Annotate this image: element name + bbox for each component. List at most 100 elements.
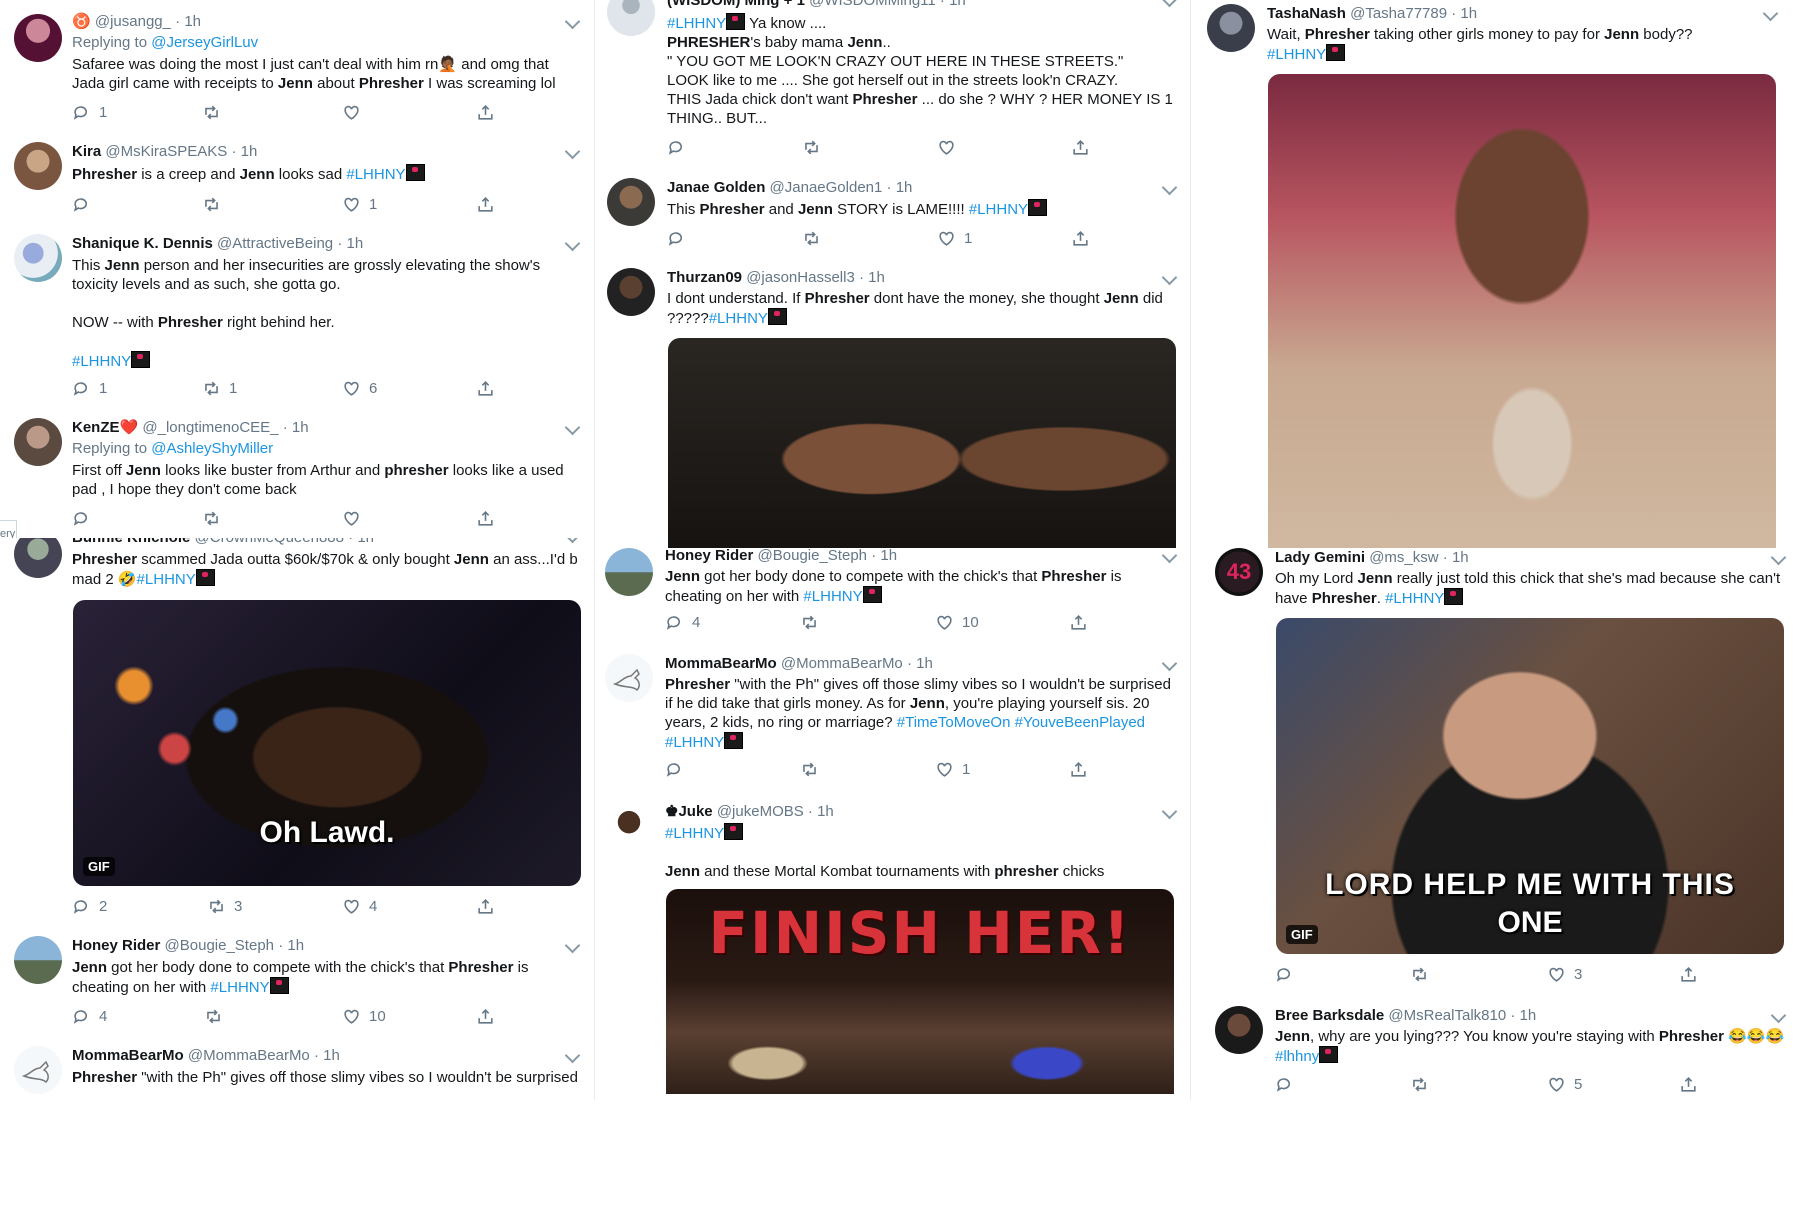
user-handle[interactable]: @WISDOMMing11 [809,0,936,9]
share-button[interactable] [476,378,495,398]
hashtag[interactable]: #LHHNY [803,588,862,605]
gif-media[interactable]: LORD HELP ME WITH THIS ONE GIF [1276,618,1784,954]
image-media[interactable] [1268,74,1776,548]
reply-mention[interactable]: @AshleyShyMiller [151,440,273,457]
timestamp[interactable]: 1h [292,419,309,436]
timestamp[interactable]: 1h [323,1047,340,1064]
tweet[interactable]: Honey Rider @Bougie_Steph · 1h Jenn got … [595,548,1191,645]
timestamp[interactable]: 1h [880,548,897,564]
share-button[interactable] [1071,137,1090,157]
user-name[interactable]: Janae Golden [667,179,765,196]
like-button[interactable]: 1 [342,194,377,214]
avatar[interactable] [607,178,655,226]
user-name[interactable]: Shanique K. Dennis [72,235,213,252]
user-name[interactable]: Kira [72,143,101,160]
hashtag[interactable]: #LHHNY [1385,590,1444,607]
tweet[interactable]: Kira @MsKiraSPEAKS · 1h Phresher is a cr… [0,130,594,223]
tweet[interactable]: Shanique K. Dennis @AttractiveBeing · 1h… [0,222,594,407]
chevron-down-icon[interactable] [564,419,581,436]
chevron-down-icon[interactable] [1161,269,1178,286]
user-handle[interactable]: @ms_ksw [1369,549,1438,566]
user-name[interactable]: TashaNash [1267,5,1346,22]
user-name[interactable]: KenZE [72,419,120,436]
user-name[interactable]: (WISDOM) Ming + 1 [667,0,805,9]
timestamp[interactable]: 1h [347,235,364,252]
chevron-down-icon[interactable] [564,13,581,30]
share-button[interactable] [1679,1074,1698,1094]
hashtag[interactable]: #LHHNY [72,353,131,370]
share-button[interactable] [1069,612,1088,632]
timestamp[interactable]: 1h [868,269,885,286]
timestamp[interactable]: 1h [949,0,966,9]
user-handle[interactable]: @AttractiveBeing [217,235,333,252]
gif-media[interactable]: FINISH HER! [666,889,1174,1094]
retweet-button[interactable] [202,102,221,122]
chevron-down-icon[interactable] [1762,5,1779,22]
timestamp[interactable]: 1h [287,937,304,954]
retweet-button[interactable] [204,1006,223,1026]
hashtag[interactable]: #LHHNY [210,979,269,996]
chevron-down-icon[interactable] [564,538,581,544]
timestamp[interactable]: 1h [817,803,834,820]
avatar[interactable] [14,142,62,190]
reply-button[interactable]: 2 [72,896,107,916]
hashtag[interactable]: #YouveBeenPlayed [1015,714,1145,731]
user-name[interactable]: MommaBearMo [72,1047,184,1064]
user-name[interactable]: Bree Barksdale [1275,1007,1384,1024]
tweet[interactable]: 43 Lady Gemini @ms_ksw · 1h Oh my Lord J… [1191,548,1794,995]
reply-button[interactable] [72,508,91,528]
user-handle[interactable]: @MsRealTalk810 [1388,1007,1506,1024]
user-handle[interactable]: @Bougie_Steph [758,548,867,564]
avatar[interactable] [1215,1006,1263,1054]
user-handle[interactable]: @Tasha77789 [1350,5,1447,22]
reply-mention[interactable]: @JerseyGirlLuv [151,34,258,51]
avatar[interactable] [605,654,653,702]
hashtag[interactable]: #LHHNY [969,201,1028,218]
avatar[interactable] [14,418,62,466]
tweet[interactable]: KenZE❤️ @_longtimenoCEE_ · 1h Replying t… [0,406,594,539]
retweet-button[interactable] [202,194,221,214]
like-button[interactable]: 5 [1547,1074,1582,1094]
user-name[interactable]: Thurzan09 [667,269,742,286]
hashtag[interactable]: #LHHNY [665,825,724,842]
reply-button[interactable]: 1 [72,102,107,122]
tweet[interactable]: (WISDOM) Ming + 1 @WISDOMMing11 · 1h #LH… [595,0,1191,167]
chevron-down-icon[interactable] [564,937,581,954]
avatar[interactable] [14,14,62,62]
user-name[interactable]: MommaBearMo [665,655,777,672]
reply-button[interactable]: 4 [665,612,700,632]
user-handle[interactable]: @jukeMOBS [717,803,804,820]
reply-button[interactable] [665,759,684,779]
share-button[interactable] [1679,964,1698,984]
hashtag[interactable]: #LHHNY [1267,46,1326,63]
default-avatar-icon[interactable] [607,0,655,36]
user-handle[interactable]: @Bougie_Steph [165,937,274,954]
avatar[interactable] [1207,4,1255,52]
user-handle[interactable]: @MommaBearMo [781,655,903,672]
tweet[interactable]: Bree Barksdale @MsRealTalk810 · 1h Jenn,… [1191,994,1794,1100]
chevron-down-icon[interactable] [1161,0,1178,8]
timestamp[interactable]: 1h [184,13,201,30]
like-button[interactable]: 1 [937,228,972,248]
tweet[interactable]: TashaNash @Tasha77789 · 1h Wait, Phreshe… [1191,0,1794,548]
avatar[interactable] [14,1046,62,1094]
avatar[interactable] [605,802,653,850]
like-button[interactable]: 3 [1547,964,1582,984]
user-handle[interactable]: @_longtimenoCEE_ [142,419,278,436]
timestamp[interactable]: 1h [916,655,933,672]
chevron-down-icon[interactable] [564,143,581,160]
reply-button[interactable]: 4 [72,1006,107,1026]
timestamp[interactable]: 1h [1520,1007,1537,1024]
reply-button[interactable] [667,137,686,157]
avatar[interactable] [605,548,653,596]
hashtag[interactable]: #LHHNY [137,571,196,588]
share-button[interactable] [476,194,495,214]
reply-button[interactable] [1275,964,1294,984]
user-name[interactable]: Lady Gemini [1275,549,1365,566]
retweet-button[interactable] [802,137,821,157]
like-button[interactable] [342,102,361,122]
reply-button[interactable] [1275,1074,1294,1094]
chevron-down-icon[interactable] [1161,548,1178,564]
avatar[interactable] [14,234,62,282]
gif-media[interactable]: Oh Lawd. GIF [73,600,581,886]
